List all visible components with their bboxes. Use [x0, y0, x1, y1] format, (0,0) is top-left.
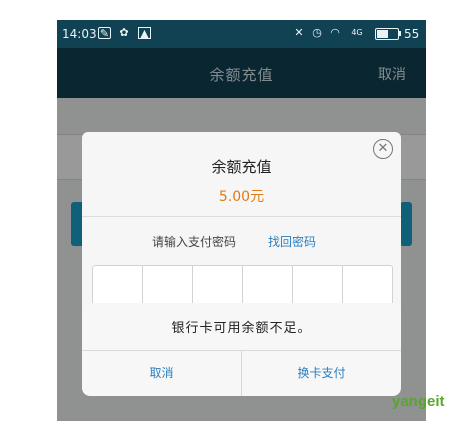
forgot-password-link[interactable]: 找回密码 [268, 233, 316, 250]
watermark-logo: yangeit [392, 393, 445, 410]
change-card-button[interactable]: 换卡支付 [242, 350, 401, 396]
password-prompt: 请输入支付密码 [152, 235, 237, 249]
battery-level: 55 [404, 27, 420, 41]
battery-tip [399, 31, 401, 36]
image-icon: ▲ [138, 27, 151, 40]
notification-icon: ✎ [98, 27, 111, 40]
payment-dialog-title: 余额充值 [211, 158, 272, 176]
paw-icon: ✿ [119, 26, 129, 39]
alert-message: 银行卡可用余额不足。 [171, 321, 312, 336]
battery-icon [375, 28, 399, 40]
wifi-icon: ◠ [330, 26, 340, 39]
status-time: 14:03 [62, 27, 97, 41]
signal-icon: 4G [351, 28, 363, 37]
mute-icon: ✕ [294, 26, 304, 39]
alert-cancel-button[interactable]: 取消 [82, 350, 241, 396]
alarm-icon: ◷ [312, 26, 322, 39]
payment-amount: 5.00元 [218, 189, 265, 205]
divider [82, 216, 401, 217]
alert-dialog: 银行卡可用余额不足。 取消 换卡支付 [82, 303, 401, 396]
phone-screen: 14:03 ✎ ✿ ▲ ✕ ◷ ◠ 4G 55 余额充值 取消 ✕ 余额充值 5… [57, 20, 426, 421]
status-bar: 14:03 ✎ ✿ ▲ ✕ ◷ ◠ 4G 55 [57, 20, 426, 48]
